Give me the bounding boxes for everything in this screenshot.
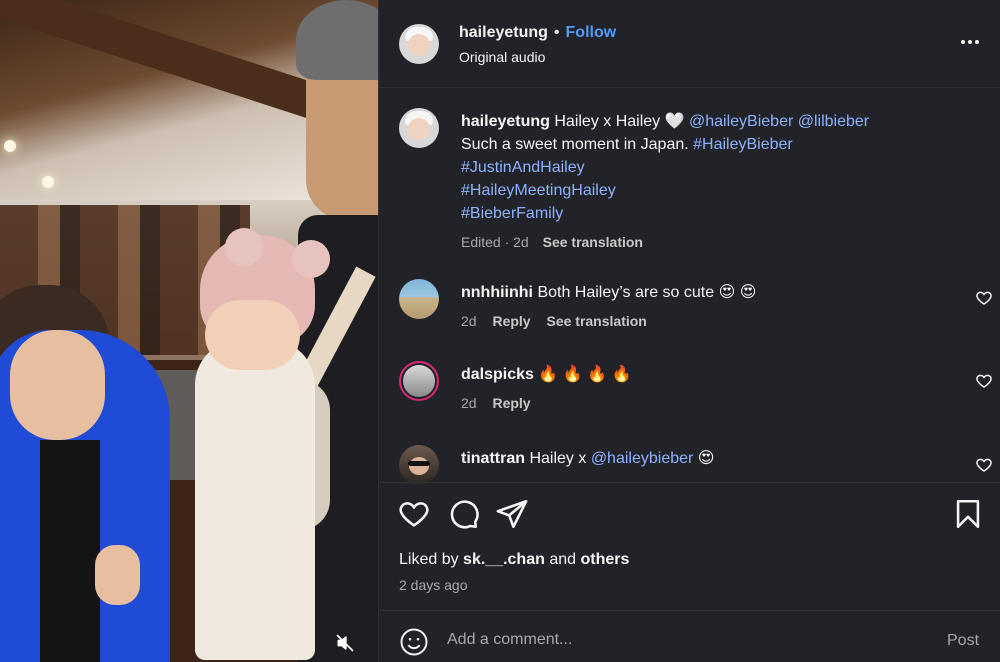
post-comment-button[interactable]: Post xyxy=(947,632,979,650)
hashtag-link[interactable]: #HaileyMeetingHailey xyxy=(461,182,616,199)
caption-text: haileyetung Hailey x Hailey 🤍 @haileyBie… xyxy=(461,110,961,254)
video-baby-body xyxy=(195,340,315,660)
author-username[interactable]: haileyetung xyxy=(459,24,548,42)
post-header: haileyetung • Follow Original audio xyxy=(379,0,1000,88)
post-date[interactable]: 2 days ago xyxy=(399,577,468,593)
post-modal: haileyetung • Follow Original audio hail… xyxy=(0,0,1000,662)
comment-body: tinattran Hailey x @haileybieber 😍 xyxy=(461,448,714,468)
audio-label[interactable]: Original audio xyxy=(459,49,545,65)
comment-body: dalspicks 🔥 🔥 🔥 🔥 xyxy=(461,364,631,384)
mention-link[interactable]: @haileybieber xyxy=(591,450,694,467)
more-dots-icon[interactable] xyxy=(955,30,985,54)
comment-emoji: 🔥 🔥 🔥 🔥 xyxy=(538,366,632,383)
comment-meta: 2d Reply See translation xyxy=(461,313,647,329)
heart-icon[interactable] xyxy=(975,289,993,307)
video-player[interactable] xyxy=(0,0,378,662)
commenter-username[interactable]: dalspicks xyxy=(461,366,534,383)
comment-body: nnhhiinhi Both Hailey’s are so cute 😍 😍 xyxy=(461,282,756,302)
liked-by-user[interactable]: sk.__.chan xyxy=(463,551,545,568)
commenter-avatar[interactable] xyxy=(399,445,439,485)
caption-author-avatar[interactable] xyxy=(399,108,439,148)
heart-icon[interactable] xyxy=(975,456,993,474)
liked-by-line: Liked by sk.__.chan and others xyxy=(399,551,629,569)
heart-icon[interactable] xyxy=(397,497,431,531)
mention-link[interactable]: @lilbieber xyxy=(798,113,869,130)
ceiling-light xyxy=(4,140,16,152)
comment-emoji: 😍 😍 xyxy=(718,284,757,301)
comment-text: Hailey x xyxy=(529,450,587,467)
video-baby-face xyxy=(205,300,300,370)
caption-meta: Edited · 2d See translation xyxy=(461,231,961,254)
paper-plane-icon[interactable] xyxy=(495,497,529,531)
follow-button[interactable]: Follow xyxy=(566,24,617,42)
comment-emoji: 😍 xyxy=(697,450,715,467)
post-actions: Liked by sk.__.chan and others 2 days ag… xyxy=(379,482,1000,610)
comment-age: 2d xyxy=(461,395,477,411)
video-woman-top xyxy=(40,440,100,662)
comment-item: dalspicks 🔥 🔥 🔥 🔥 2d Reply xyxy=(399,361,992,421)
video-woman-hand xyxy=(95,545,140,605)
author-line: haileyetung • Follow xyxy=(459,24,616,42)
caption-line-2: Such a sweet moment in Japan. xyxy=(461,136,689,153)
comment-meta: 2d Reply xyxy=(461,395,531,411)
heart-icon[interactable] xyxy=(975,372,993,390)
hashtag-link[interactable]: #HaileyBieber xyxy=(693,136,793,153)
mention-link[interactable]: @haileyBieber xyxy=(689,113,793,130)
liked-by-others[interactable]: others xyxy=(580,551,629,568)
ceiling-light xyxy=(42,176,54,188)
caption-line-1: Hailey x Hailey xyxy=(554,113,661,130)
bookmark-icon[interactable] xyxy=(951,497,985,531)
liked-by-prefix: Liked by xyxy=(399,551,459,568)
hashtag-link[interactable]: #JustinAndHailey xyxy=(461,159,585,176)
heart-emoji: 🤍 xyxy=(664,113,685,130)
comment-text: Both Hailey’s are so cute xyxy=(537,284,715,301)
commenter-avatar[interactable] xyxy=(399,279,439,319)
comment-input[interactable] xyxy=(447,625,907,655)
video-hat-pom xyxy=(225,228,263,266)
comment-item: nnhhiinhi Both Hailey’s are so cute 😍 😍 … xyxy=(399,279,992,339)
see-translation-button[interactable]: See translation xyxy=(546,313,646,329)
caption-edited-age: Edited · 2d xyxy=(461,234,529,250)
separator-dot: • xyxy=(553,24,560,41)
commenter-avatar[interactable] xyxy=(399,361,439,401)
author-avatar[interactable] xyxy=(399,24,439,64)
commenter-username[interactable]: tinattran xyxy=(461,450,525,467)
comment-bubble-icon[interactable] xyxy=(446,497,480,531)
smiley-icon[interactable] xyxy=(399,627,429,657)
comment-item: tinattran Hailey x @haileybieber 😍 xyxy=(399,445,992,485)
video-woman-face xyxy=(10,330,105,440)
reply-button[interactable]: Reply xyxy=(492,313,530,329)
video-hat-pom xyxy=(292,240,330,278)
hashtag-link[interactable]: #BieberFamily xyxy=(461,205,563,222)
liked-by-joiner: and xyxy=(549,551,577,568)
caption-username[interactable]: haileyetung xyxy=(461,113,550,130)
see-translation-button[interactable]: See translation xyxy=(543,234,643,250)
add-comment-bar: Post xyxy=(379,610,1000,662)
comment-age: 2d xyxy=(461,313,477,329)
post-details-panel: haileyetung • Follow Original audio hail… xyxy=(378,0,1000,662)
reply-button[interactable]: Reply xyxy=(492,395,530,411)
speaker-muted-icon[interactable] xyxy=(330,628,360,658)
commenter-username[interactable]: nnhhiinhi xyxy=(461,284,533,301)
